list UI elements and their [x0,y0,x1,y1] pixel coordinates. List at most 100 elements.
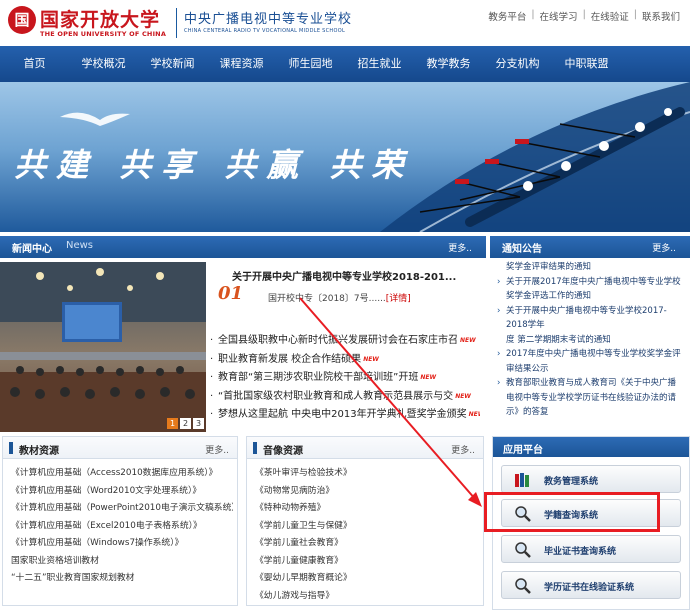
notice-line[interactable]: 度 第二学期期末考试的通知 [494,333,686,348]
top-link-contact[interactable]: 联系我们 [642,9,680,23]
featured-news-subtitle: 国开校中专〔2018〕7号......[详情] [268,291,411,304]
nav-item-home[interactable]: 首页 [0,46,69,82]
audio-item[interactable]: 《特种动物养殖》 [255,500,479,518]
nav-item-courses[interactable]: 课程资源 [207,46,276,82]
news-item-text: 全国县级职教中心新时代振兴发展研讨会在石家庄市召 [218,335,458,346]
notice-line[interactable]: 关于开展2017年度中央广播电视中等专业学校 [494,275,686,290]
university-name-cn[interactable]: 国家开放大学 [40,5,160,32]
pager-page-3[interactable]: 3 [193,418,204,429]
featured-detail-link[interactable]: [详情] [386,294,411,304]
news-list-item[interactable]: 职业教育新发展 校企合作结硕果NEW [210,351,480,370]
certificate-verify-label: 学历证书在线验证系统 [544,583,635,593]
highlight-box [484,492,660,532]
notice-more-link[interactable]: 更多.. [652,241,676,254]
school-name-en: CHINA CENTERAL RADIO TV VOCATIONAL MIDDL… [184,28,346,34]
nav-item-admissions[interactable]: 招生就业 [345,46,414,82]
audio-list: 《茶叶审评与检验技术》 《动物常见病防治》 《特种动物养殖》 《学前儿童卫生与保… [247,459,483,605]
main-nav: 首页 学校概况 学校新闻 课程资源 师生园地 招生就业 教学教务 分支机构 中职… [0,46,690,82]
nav-item-teaching[interactable]: 教学教务 [414,46,483,82]
news-item-text: 职业教育新发展 校企合作结硕果 [218,353,362,365]
news-list-item[interactable]: 全国县级职教中心新时代振兴发展研讨会在石家庄市召NEW [210,332,480,351]
notice-line[interactable]: 2017年度中央广播电视中等专业学校奖学金评 [494,347,686,362]
notice-section-title: 通知公告 [502,244,542,255]
materials-panel-header: 教材资源 更多.. [3,437,237,459]
news-item-text: “首批国家级农村职业教育和成人教育示范县展示与交 [218,390,454,402]
header-divider [176,8,177,38]
notice-line[interactable]: 电视中等专业学校学历证书在线验证办法的请 [494,391,686,406]
diploma-query-label: 毕业证书查询系统 [544,547,617,557]
top-link-online-learning[interactable]: 在线学习 [540,9,578,23]
materials-item[interactable]: 《计算机应用基础（Access2010数据库应用系统）》 [11,465,233,483]
materials-item[interactable]: 《计算机应用基础（Windows7操作系统）》 [11,535,233,553]
audio-panel-header: 音像资源 更多.. [247,437,483,459]
nav-item-campus[interactable]: 师生园地 [276,46,345,82]
materials-item[interactable]: 《计算机应用基础（Word2010文字处理系统）》 [11,483,233,501]
news-list-item[interactable]: 教育部“第三期涉农职业院校干部培训班”开班NEW [210,369,480,388]
audio-panel: 音像资源 更多.. 《茶叶审评与检验技术》 《动物常见病防治》 《特种动物养殖》… [246,436,484,606]
nav-item-overview[interactable]: 学校概况 [69,46,138,82]
top-link-separator: | [531,9,535,20]
search-icon [515,578,531,594]
certificate-verify-button[interactable]: 学历证书在线验证系统 [501,571,681,599]
audio-item[interactable]: 《动物常见病防治》 [255,483,479,501]
academic-system-button[interactable]: 教务管理系统 [501,465,681,493]
nav-item-alliance[interactable]: 中职联盟 [552,46,621,82]
materials-more-link[interactable]: 更多.. [205,443,229,456]
photo-pager: 1 2 3 [167,418,204,429]
news-item-text: 教育部“第三期涉农职业院校干部培训班”开班 [218,372,419,383]
featured-doc-number: 国开校中专〔2018〕7号...... [268,294,386,304]
audio-item[interactable]: 《幼儿游戏与指导》 [255,588,479,606]
books-icon [515,473,529,487]
audio-item[interactable]: 《婴幼儿早期教育概论》 [255,570,479,588]
news-section-title: 新闻中心 [12,244,52,255]
site-header: 国 国家开放大学 THE OPEN UNIVERSITY OF CHINA 中央… [0,0,690,46]
audio-more-link[interactable]: 更多.. [451,443,475,456]
materials-item[interactable]: “十二五”职业教育国家规划教材 [11,570,233,588]
news-more-link[interactable]: 更多.. [448,241,472,254]
notice-section-header: 通知公告 更多.. [490,236,690,258]
notice-line[interactable]: 示》的答复 [494,405,686,420]
new-badge-icon: NEW [420,374,437,381]
platform-panel-header: 应用平台 [493,437,689,457]
audio-panel-title: 音像资源 [263,446,303,457]
materials-item[interactable]: 《计算机应用基础（PowerPoint2010电子演示文稿系统）》 [11,500,233,518]
pager-page-2[interactable]: 2 [180,418,191,429]
university-logo-icon[interactable]: 国 [8,6,36,34]
audio-item[interactable]: 《学前儿童健康教育》 [255,553,479,571]
materials-item[interactable]: 国家职业资格培训教材 [11,553,233,571]
top-link-academic-platform[interactable]: 教务平台 [488,9,526,23]
top-link-separator: | [582,9,586,20]
notice-line[interactable]: 奖学金评审结果的通知 [494,260,686,275]
pager-page-1[interactable]: 1 [167,418,178,429]
materials-panel: 教材资源 更多.. 《计算机应用基础（Access2010数据库应用系统）》 《… [2,436,238,606]
new-badge-icon: NEW [468,411,480,418]
news-list-item[interactable]: “首批国家级农村职业教育和成人教育示范县展示与交NEW [210,388,480,407]
nav-item-news[interactable]: 学校新闻 [138,46,207,82]
notice-line[interactable]: 教育部职业教育与成人教育司《关于中央广播 [494,376,686,391]
platform-panel-title: 应用平台 [503,445,543,456]
audio-item[interactable]: 《学前儿童卫生与保健》 [255,518,479,536]
notice-line[interactable]: 奖学金评选工作的通知 [494,289,686,304]
news-section-header: 新闻中心 News 更多.. [0,236,486,258]
notice-line[interactable]: 关于开展中央广播电视中等专业学校2017-2018学年 [494,304,686,333]
hero-banner: 共建 共享 共赢 共荣 [0,82,690,232]
top-links: 教务平台 | 在线学习 | 在线验证 | 联系我们 [488,9,680,23]
materials-panel-title: 教材资源 [19,446,59,457]
news-item-text: 梦想从这里起航 中央电中2013年开学典礼暨奖学金颁奖 [218,409,467,420]
featured-date-number: 01 [218,283,244,304]
conference-photo-art [0,262,206,432]
materials-item[interactable]: 《计算机应用基础（Excel2010电子表格系统）》 [11,518,233,536]
new-badge-icon: NEW [460,337,476,344]
university-name-en: THE OPEN UNIVERSITY OF CHINA [40,30,167,38]
audio-item[interactable]: 《茶叶审评与检验技术》 [255,465,479,483]
diploma-query-button[interactable]: 毕业证书查询系统 [501,535,681,563]
new-badge-icon: NEW [455,392,471,400]
top-link-online-verify[interactable]: 在线验证 [591,9,629,23]
featured-date-badge: 01 [218,283,254,305]
news-list-item[interactable]: 梦想从这里起航 中央电中2013年开学典礼暨奖学金颁奖NEW [210,406,480,425]
featured-news-title[interactable]: 关于开展中央广播电视中等专业学校2018-201... [232,268,456,283]
nav-item-branches[interactable]: 分支机构 [483,46,552,82]
notice-line[interactable]: 审结果公示 [494,362,686,377]
news-photo[interactable]: 1 2 3 [0,262,206,432]
audio-item[interactable]: 《学前儿童社会教育》 [255,535,479,553]
